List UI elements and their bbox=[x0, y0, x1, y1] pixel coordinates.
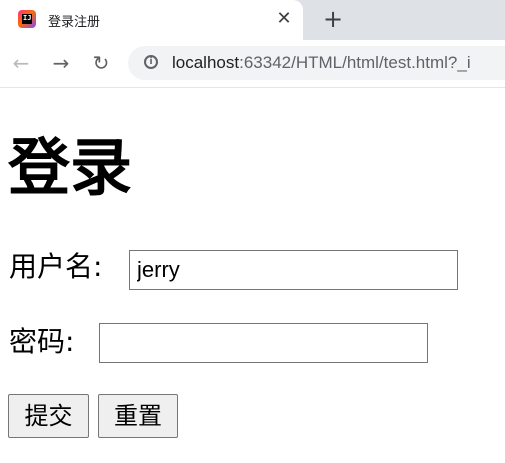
browser-toolbar: ← → ↻ i localhost:63342/HTML/html/test.h… bbox=[0, 40, 505, 88]
back-arrow-icon[interactable]: ← bbox=[8, 50, 34, 76]
page-content: 登录 用户名: 密码: 提交 重置 bbox=[0, 88, 505, 463]
url-text[interactable]: localhost:63342/HTML/html/test.html?_i bbox=[172, 53, 471, 73]
reset-button[interactable]: 重置 bbox=[98, 394, 178, 438]
site-info-icon[interactable]: i bbox=[144, 55, 158, 69]
new-tab-icon[interactable]: + bbox=[320, 6, 346, 32]
password-label: 密码: bbox=[9, 325, 75, 358]
intellij-favicon-icon: IJ bbox=[18, 10, 36, 28]
username-input[interactable] bbox=[129, 250, 458, 290]
browser-tab[interactable]: IJ 登录注册 ✕ bbox=[0, 0, 303, 40]
address-bar[interactable]: i localhost:63342/HTML/html/test.html?_i bbox=[128, 46, 505, 80]
url-host: localhost bbox=[172, 53, 240, 72]
url-path: :63342/HTML/html/test.html?_i bbox=[239, 53, 471, 72]
forward-arrow-icon[interactable]: → bbox=[48, 50, 74, 76]
password-input[interactable] bbox=[99, 323, 428, 363]
tab-strip: IJ 登录注册 ✕ + bbox=[0, 0, 505, 40]
username-label: 用户名: bbox=[9, 250, 103, 283]
favicon-glyph: IJ bbox=[23, 14, 32, 22]
tab-title: 登录注册 bbox=[48, 15, 101, 30]
page-title: 登录 bbox=[8, 131, 133, 204]
close-tab-icon[interactable]: ✕ bbox=[272, 7, 296, 31]
submit-button[interactable]: 提交 bbox=[8, 394, 89, 438]
reload-icon[interactable]: ↻ bbox=[88, 50, 114, 76]
